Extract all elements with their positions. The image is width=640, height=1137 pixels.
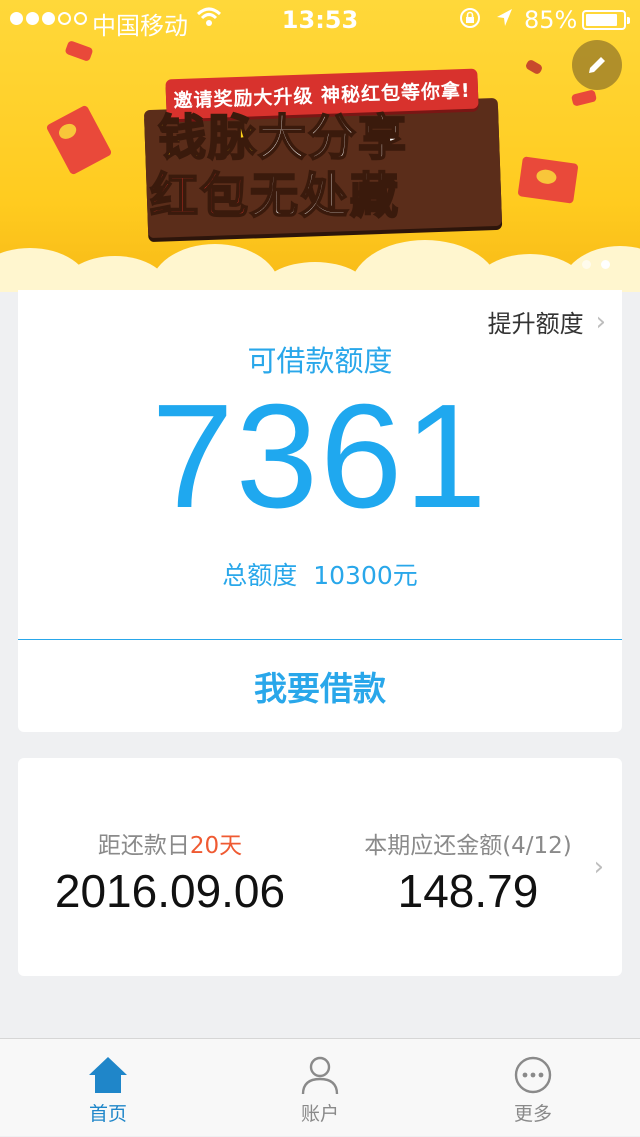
red-envelope-icon <box>64 39 94 63</box>
promo-headline-2a: 红包 <box>149 168 251 224</box>
due-date: 2016.09.06 <box>54 865 286 917</box>
tab-label: 首页 <box>88 1103 127 1125</box>
tab-label: 更多 <box>513 1103 552 1125</box>
red-envelope-icon <box>570 89 598 107</box>
pencil-icon <box>589 57 605 73</box>
raise-limit-link[interactable]: 提升额度 › <box>488 304 606 339</box>
rotation-lock-icon <box>458 6 482 36</box>
person-icon <box>301 1056 339 1095</box>
red-envelope-icon <box>524 58 544 76</box>
promo-headline-2b: 无处藏 <box>249 168 401 224</box>
battery-percent: 85% <box>524 6 578 34</box>
location-arrow-icon <box>494 6 514 36</box>
tab-account[interactable]: 账户 <box>250 1039 390 1137</box>
due-label-prefix: 距还款日 <box>97 833 190 859</box>
due-days: 20天 <box>189 833 243 859</box>
page-dot-active[interactable] <box>601 260 610 269</box>
red-envelope-icon <box>517 156 579 204</box>
amount-due-label: 本期应还金额(4/12) <box>364 833 572 859</box>
total-credit-value: 10300元 <box>313 561 418 590</box>
home-icon <box>89 1057 127 1093</box>
credit-limit-card: 提升额度 › 可借款额度 7361 总额度 10300元 我要借款 <box>18 290 622 732</box>
total-credit-row: 总额度 10300元 <box>18 556 622 592</box>
due-date-section: 距还款日20天 2016.09.06 <box>30 826 310 918</box>
chevron-right-icon: › <box>595 306 606 337</box>
tab-label: 账户 <box>300 1103 339 1125</box>
promo-headline-2: 红包无处藏 <box>149 168 401 224</box>
tab-more[interactable]: 更多 <box>463 1039 603 1137</box>
more-icon <box>514 1056 552 1094</box>
amount-due-value: 148.79 <box>397 865 539 917</box>
amount-due-section: 本期应还金额(4/12) 148.79 <box>328 826 608 918</box>
raise-limit-label: 提升额度 <box>487 310 584 338</box>
red-envelope-icon <box>45 104 113 176</box>
banner-page-indicator <box>582 260 610 269</box>
available-credit-amount: 7361 <box>151 374 489 539</box>
total-credit-label: 总额度 <box>222 561 298 590</box>
tab-home[interactable]: 首页 <box>38 1039 178 1137</box>
battery-icon <box>582 10 630 30</box>
promo-headline-1a: 钱脉 <box>157 110 259 166</box>
edit-button[interactable] <box>572 40 622 90</box>
cloud-decoration <box>560 246 640 292</box>
status-bar: 中国移动 13:53 85% <box>0 0 640 40</box>
promo-headline-1: 钱脉大分享 <box>157 110 409 166</box>
tab-bar: 首页 账户 更多 <box>0 1038 640 1136</box>
chevron-right-icon: › <box>593 852 604 882</box>
page-dot[interactable] <box>582 260 591 269</box>
repayment-card[interactable]: 距还款日20天 2016.09.06 本期应还金额(4/12) 148.79 › <box>18 758 622 976</box>
promo-banner[interactable]: 邀请奖励大升级 神秘红包等你拿! 钱脉大分享 红包无处藏 <box>0 0 640 292</box>
promo-headline-1b: 大分享 <box>257 110 409 166</box>
due-label: 距还款日20天 <box>30 826 310 860</box>
borrow-button[interactable]: 我要借款 <box>18 640 622 732</box>
